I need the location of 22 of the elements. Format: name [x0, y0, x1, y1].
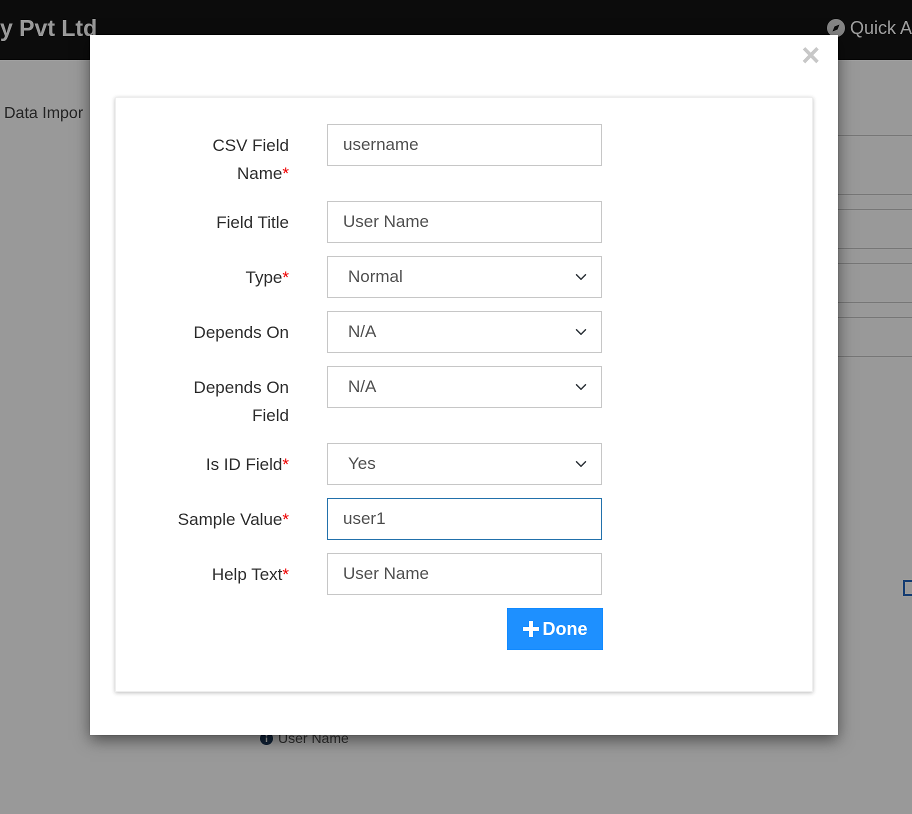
select-field[interactable]: Normal [327, 256, 602, 298]
edit-icon[interactable] [903, 580, 912, 596]
field-label: Depends On [192, 322, 289, 344]
field-label: Is ID Field* [204, 454, 289, 476]
input-field[interactable]: user1 [327, 498, 602, 540]
field-label: Type* [244, 267, 289, 289]
field-label: Field Title [215, 212, 289, 234]
field-label: Help Text* [210, 564, 289, 586]
select-field[interactable]: Yes [327, 443, 602, 485]
select-field[interactable]: N/A [327, 366, 602, 408]
input-field[interactable]: User Name [327, 553, 602, 595]
breadcrumb-item[interactable]: Data Impor [4, 105, 84, 122]
input-field[interactable]: User Name [327, 201, 602, 243]
plus-icon [522, 621, 538, 637]
select-field[interactable]: N/A [327, 311, 602, 353]
compass-icon [826, 18, 846, 38]
field-label: Depends On Field [192, 377, 289, 427]
company-name: y Pvt Ltd [0, 14, 98, 43]
quick-access-link[interactable]: Quick A [850, 14, 912, 42]
field-label: Sample Value* [176, 509, 289, 531]
input-field[interactable]: username [327, 124, 602, 166]
field-label: CSV Field Name* [211, 135, 289, 185]
